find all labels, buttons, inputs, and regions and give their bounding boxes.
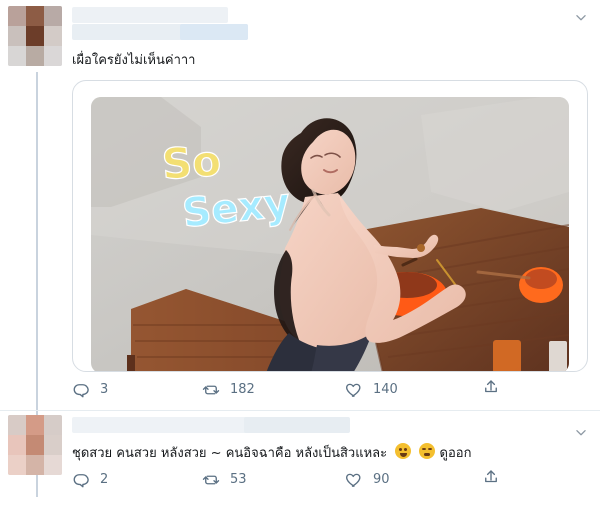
retweet-icon <box>202 475 220 485</box>
reply-count: 3 <box>100 382 109 397</box>
blurred-display-name <box>72 7 228 23</box>
overlay-text-so: So <box>160 136 222 189</box>
retweet-count: 53 <box>230 472 247 487</box>
avatar[interactable] <box>8 415 62 475</box>
retweet-button[interactable]: 182 <box>202 378 255 402</box>
like-button[interactable]: 90 <box>345 468 390 492</box>
chevron-down-icon[interactable] <box>574 425 588 439</box>
chevron-down-icon[interactable] <box>574 10 588 24</box>
tweet-actions: 2 53 90 <box>72 468 600 492</box>
share-button[interactable] <box>482 378 500 396</box>
reply-icon <box>73 384 89 398</box>
share-icon <box>485 380 497 393</box>
reply-count: 2 <box>100 472 109 487</box>
like-count: 140 <box>373 382 398 397</box>
like-button[interactable]: 140 <box>345 378 398 402</box>
tired-face-emoji <box>395 443 412 459</box>
tweet-card-2: ชุดสวย คนสวย หลังสวย ~ คนอิจฉาคือ หลังเป… <box>0 410 600 506</box>
angry-face-emoji <box>419 443 436 459</box>
like-count: 90 <box>373 472 390 487</box>
heart-icon <box>346 473 361 487</box>
blurred-meta <box>180 24 248 40</box>
blurred-handle <box>244 417 350 433</box>
media-image[interactable]: So Sexy <box>91 97 569 371</box>
reply-button[interactable]: 2 <box>72 468 108 492</box>
reply-button[interactable]: 3 <box>72 378 108 402</box>
share-button[interactable] <box>482 468 500 486</box>
tweet-text-main: ชุดสวย คนสวย หลังสวย ~ คนอิจฉาคือ หลังเป… <box>72 446 388 461</box>
tweet-text: เผื่อใครยังไม่เห็นค่าาา <box>72 53 196 68</box>
retweet-button[interactable]: 53 <box>202 468 247 492</box>
avatar[interactable] <box>8 6 62 66</box>
retweet-count: 182 <box>230 382 255 397</box>
tweet-actions: 3 182 140 <box>72 378 600 402</box>
retweet-icon <box>202 385 220 395</box>
tweet-text-tail: ดูออก <box>439 446 472 461</box>
media-card[interactable]: So Sexy <box>72 80 588 372</box>
reply-icon <box>73 474 89 488</box>
heart-icon <box>346 383 361 397</box>
share-icon <box>485 470 497 483</box>
tweet-text: ชุดสวย คนสวย หลังสวย ~ คนอิจฉาคือ หลังเป… <box>72 443 471 463</box>
tweet-card-1: เผื่อใครยังไม่เห็นค่าาา So Sexy 3 182 14… <box>0 0 600 410</box>
